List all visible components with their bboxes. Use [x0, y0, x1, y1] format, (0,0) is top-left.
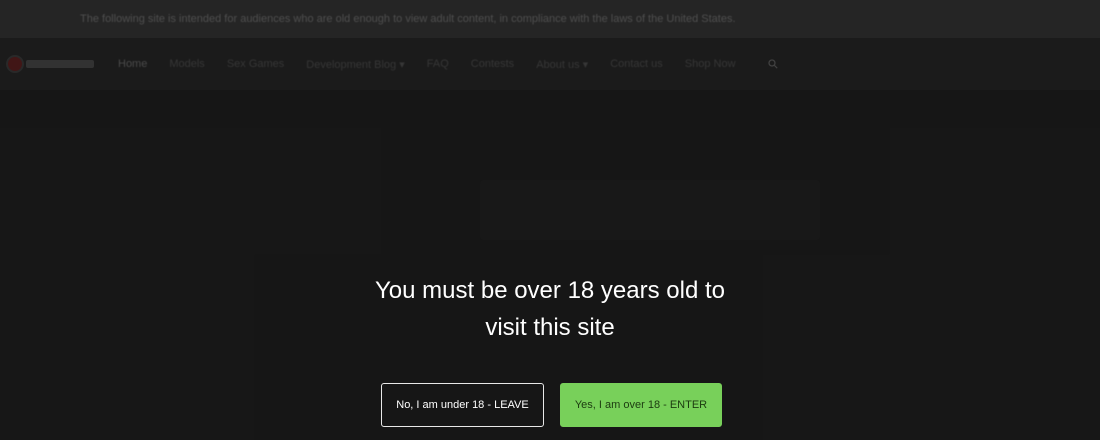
age-gate-message: You must be over 18 years old to visit t… — [330, 272, 770, 346]
age-gate-overlay — [0, 0, 1100, 440]
age-gate-message-line1: You must be over 18 years old to — [375, 277, 725, 304]
leave-button[interactable]: No, I am under 18 - LEAVE — [381, 383, 544, 427]
enter-button[interactable]: Yes, I am over 18 - ENTER — [560, 383, 722, 427]
page: The following site is intended for audie… — [0, 0, 1100, 440]
age-gate-message-line2: visit this site — [485, 314, 615, 341]
